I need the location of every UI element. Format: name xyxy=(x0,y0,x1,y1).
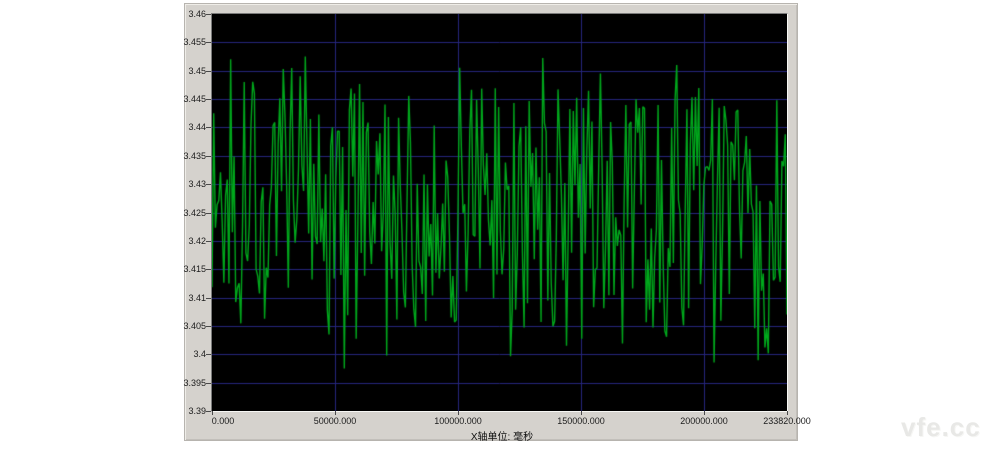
x-axis-unit-label: X轴单位: 毫秒 xyxy=(420,428,584,443)
x-tick-mark xyxy=(458,411,459,415)
y-tick-label: 3.41 xyxy=(166,293,206,303)
x-tick-mark xyxy=(212,411,213,415)
y-tick-mark xyxy=(206,383,211,384)
y-tick-label: 3.405 xyxy=(166,321,206,331)
y-tick-label: 3.46 xyxy=(166,9,206,19)
y-tick-mark xyxy=(206,298,211,299)
y-tick-mark xyxy=(206,71,211,72)
y-tick-label: 3.39 xyxy=(166,406,206,416)
y-tick-mark xyxy=(206,269,211,270)
y-tick-mark xyxy=(206,411,211,412)
y-tick-mark xyxy=(206,213,211,214)
y-tick-mark xyxy=(206,42,211,43)
x-tick-label: 50000.000 xyxy=(314,416,357,426)
signal-plot-canvas xyxy=(212,14,787,411)
y-tick-mark xyxy=(206,354,211,355)
y-tick-mark xyxy=(206,99,211,100)
x-tick-label: 0.000 xyxy=(212,416,235,426)
y-tick-mark xyxy=(206,326,211,327)
plot-frame xyxy=(211,13,788,412)
x-tick-label: 233820.000 xyxy=(763,416,811,426)
y-tick-label: 3.445 xyxy=(166,94,206,104)
x-tick-mark xyxy=(787,411,788,415)
watermark-text: vfe.cc xyxy=(901,412,981,443)
y-tick-label: 3.455 xyxy=(166,37,206,47)
y-tick-label: 3.425 xyxy=(166,208,206,218)
y-tick-label: 3.44 xyxy=(166,122,206,132)
y-tick-label: 3.435 xyxy=(166,151,206,161)
y-tick-mark xyxy=(206,156,211,157)
y-tick-mark xyxy=(206,127,211,128)
x-tick-label: 150000.000 xyxy=(557,416,605,426)
x-tick-mark xyxy=(704,411,705,415)
y-tick-label: 3.43 xyxy=(166,179,206,189)
x-tick-label: 100000.000 xyxy=(434,416,482,426)
x-tick-mark xyxy=(335,411,336,415)
y-tick-mark xyxy=(206,14,211,15)
y-tick-label: 3.42 xyxy=(166,236,206,246)
x-tick-mark xyxy=(581,411,582,415)
y-tick-label: 3.395 xyxy=(166,378,206,388)
y-tick-label: 3.415 xyxy=(166,264,206,274)
y-tick-mark xyxy=(206,184,211,185)
y-tick-label: 3.4 xyxy=(166,349,206,359)
y-tick-label: 3.45 xyxy=(166,66,206,76)
y-tick-mark xyxy=(206,241,211,242)
x-tick-label: 200000.000 xyxy=(680,416,728,426)
